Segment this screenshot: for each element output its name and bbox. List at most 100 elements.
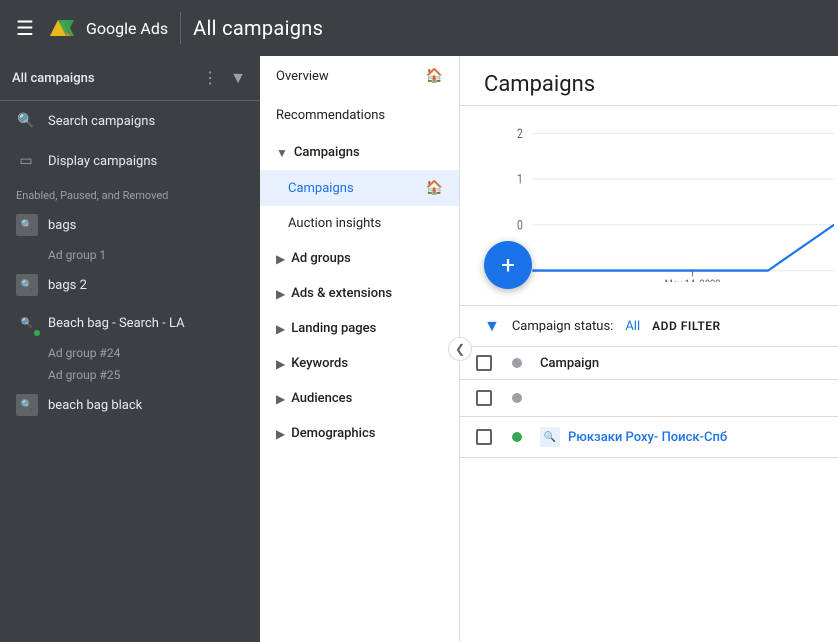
overview-label: Overview (276, 69, 329, 84)
nav-section-audiences[interactable]: ▶ Audiences (260, 381, 459, 416)
ads-chevron-icon: ▶ (276, 287, 285, 301)
sidebar-campaign-beach-bag-black[interactable]: 🔍 beach bag black (0, 386, 260, 424)
row2-campaign-link[interactable]: Рюкзаки Роху- Поиск-Спб (568, 430, 727, 445)
row1-checkbox[interactable] (476, 390, 492, 406)
chart-area: 2 1 0 May 14, 2020 + (460, 106, 838, 306)
ads-extensions-label: Ads & extensions (291, 286, 392, 301)
hamburger-icon[interactable]: ☰ (16, 16, 34, 40)
search-campaigns-icon: 🔍 (16, 111, 36, 131)
logo-text: Google Ads (86, 19, 168, 38)
beach-bag-adgroup24: Ad group #24 (0, 342, 260, 364)
filter-icon: ▼ (484, 316, 500, 336)
table-row[interactable] (460, 380, 838, 417)
campaigns-table: Campaign (460, 347, 838, 642)
ad-groups-label: Ad groups (291, 251, 351, 266)
display-campaigns-label: Display campaigns (48, 154, 157, 169)
main-layout: All campaigns ⋮ ▼ 🔍 Search campaigns ▭ D… (0, 56, 838, 642)
nav-collapse-button[interactable]: ❮ (448, 337, 472, 361)
row2-checkbox[interactable] (476, 429, 492, 445)
sidebar-campaign-beach-bag[interactable]: 🔍 Beach bag - Search - LA (0, 304, 260, 342)
header-campaign-col[interactable]: Campaign (540, 356, 822, 371)
page-title: Campaigns (484, 72, 814, 97)
svg-text:May 14, 2020: May 14, 2020 (665, 277, 721, 282)
row1-checkbox-col (476, 390, 512, 406)
display-campaigns-icon: ▭ (16, 151, 36, 171)
sidebar-all-campaigns-label: All campaigns (12, 71, 192, 86)
nav-section-landing-pages[interactable]: ▶ Landing pages (260, 311, 459, 346)
sidebar-more-icon[interactable]: ⋮ (200, 66, 220, 90)
campaigns-sub-home-icon: 🏠 (426, 180, 443, 196)
audiences-label: Audiences (291, 391, 352, 406)
campaign-chart: 2 1 0 May 14, 2020 (504, 122, 834, 282)
header-status-dot (512, 358, 522, 368)
header-checkbox-col (476, 355, 512, 371)
nav-sub-auction-insights[interactable]: Auction insights (260, 206, 459, 241)
fab-plus-icon: + (501, 251, 515, 279)
filter-bar: ▼ Campaign status: All ADD FILTER (460, 306, 838, 347)
overview-home-icon: 🏠 (426, 68, 443, 84)
ad-groups-chevron-icon: ▶ (276, 252, 285, 266)
add-campaign-fab[interactable]: + (484, 241, 532, 289)
row2-status-col (512, 432, 540, 442)
sidebar-status-filter: Enabled, Paused, and Removed (0, 181, 260, 206)
center-nav: Overview 🏠 Recommendations ▼ Campaigns C… (260, 56, 460, 642)
beach-bag-adgroup25: Ad group #25 (0, 364, 260, 386)
bags-campaign-label: bags (48, 218, 76, 233)
audiences-chevron-icon: ▶ (276, 392, 285, 406)
nav-section-keywords[interactable]: ▶ Keywords (260, 346, 459, 381)
google-ads-logo: Google Ads (46, 12, 168, 44)
main-content: Campaigns 2 1 0 May 14, 2020 (460, 56, 838, 642)
top-header: ☰ Google Ads All campaigns (0, 0, 838, 56)
campaigns-section-label: Campaigns (294, 145, 360, 160)
table-row[interactable]: 🔍 Рюкзаки Роху- Поиск-Спб (460, 417, 838, 458)
campaign-type-icon: 🔍 (540, 427, 560, 447)
nav-item-overview[interactable]: Overview 🏠 (260, 56, 459, 96)
select-all-checkbox[interactable] (476, 355, 492, 371)
keywords-chevron-icon: ▶ (276, 357, 285, 371)
beach-bag-black-icon: 🔍 (16, 394, 38, 416)
header-status-col (512, 358, 540, 368)
bags-campaign-icon: 🔍 (16, 214, 38, 236)
header-title: All campaigns (193, 16, 323, 40)
row1-status-dot (512, 393, 522, 403)
sidebar-item-display-campaigns[interactable]: ▭ Display campaigns (0, 141, 260, 181)
logo-icon (46, 12, 78, 44)
campaigns-sub-label: Campaigns (288, 181, 354, 196)
sidebar-item-search-campaigns[interactable]: 🔍 Search campaigns (0, 101, 260, 141)
bags2-campaign-label: bags 2 (48, 278, 87, 293)
sidebar-top-bar: All campaigns ⋮ ▼ (0, 56, 260, 101)
beach-bag-black-label: beach bag black (48, 398, 142, 413)
main-header: Campaigns (460, 56, 838, 106)
beach-bag-campaign-icon: 🔍 (16, 312, 38, 334)
filter-status-value[interactable]: All (625, 319, 640, 334)
demographics-chevron-icon: ▶ (276, 427, 285, 441)
nav-sub-campaigns[interactable]: Campaigns 🏠 (260, 170, 459, 206)
add-filter-button[interactable]: ADD FILTER (652, 319, 721, 333)
sidebar-top-bar-icons: ⋮ ▼ (200, 66, 248, 90)
nav-section-ads-extensions[interactable]: ▶ Ads & extensions (260, 276, 459, 311)
auction-insights-label: Auction insights (288, 216, 381, 231)
row1-status-col (512, 393, 540, 403)
demographics-label: Demographics (291, 426, 375, 441)
nav-section-ad-groups[interactable]: ▶ Ad groups (260, 241, 459, 276)
table-header: Campaign (460, 347, 838, 380)
svg-text:1: 1 (517, 172, 523, 187)
sidebar-campaign-bags2[interactable]: 🔍 bags 2 (0, 266, 260, 304)
sidebar-campaign-bags[interactable]: 🔍 bags (0, 206, 260, 244)
nav-section-demographics[interactable]: ▶ Demographics (260, 416, 459, 451)
nav-section-campaigns[interactable]: ▼ Campaigns (260, 135, 459, 170)
row2-status-dot (512, 432, 522, 442)
sidebar: All campaigns ⋮ ▼ 🔍 Search campaigns ▭ D… (0, 56, 260, 642)
keywords-label: Keywords (291, 356, 348, 371)
campaigns-chevron-icon: ▼ (276, 146, 288, 160)
sidebar-expand-icon[interactable]: ▼ (228, 66, 248, 90)
nav-item-recommendations[interactable]: Recommendations (260, 96, 459, 135)
bags2-campaign-icon: 🔍 (16, 274, 38, 296)
svg-text:2: 2 (517, 126, 523, 141)
row2-checkbox-col (476, 429, 512, 445)
beach-bag-campaign-label: Beach bag - Search - LA (48, 316, 185, 331)
search-campaigns-label: Search campaigns (48, 114, 155, 129)
bags-adgroup-label: Ad group 1 (0, 244, 260, 266)
row2-campaign-name[interactable]: 🔍 Рюкзаки Роху- Поиск-Спб (540, 427, 822, 447)
header-divider (180, 12, 181, 44)
